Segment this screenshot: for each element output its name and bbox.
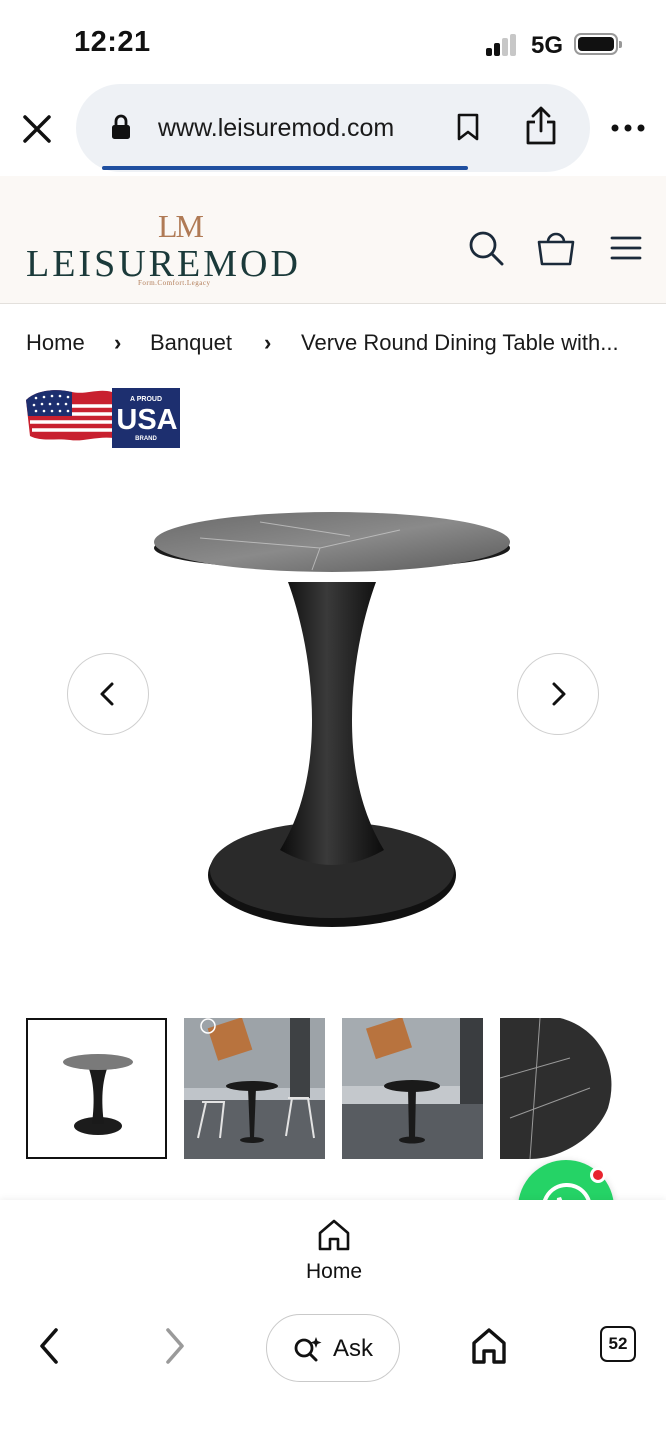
logo-mark: LM xyxy=(158,208,204,244)
address-bar[interactable]: www.leisuremod.com xyxy=(76,84,590,172)
lock-icon xyxy=(112,114,130,139)
tab-count: 52 xyxy=(608,1334,628,1353)
shopping-bag-icon[interactable] xyxy=(536,230,576,266)
carousel-next-button[interactable] xyxy=(517,653,599,735)
sparkle-search-icon xyxy=(294,1337,322,1362)
share-icon[interactable] xyxy=(524,106,558,146)
notification-dot xyxy=(590,1167,606,1183)
breadcrumb-banquet[interactable]: Banquet xyxy=(150,330,232,356)
logo-tagline: Form.Comfort.Legacy xyxy=(138,279,211,287)
proud-usa-brand-badge: A PROUD USA BRAND xyxy=(26,388,180,448)
status-time: 12:21 xyxy=(74,26,151,58)
thumbnail-1[interactable] xyxy=(26,1018,167,1159)
page-load-progress xyxy=(102,166,468,170)
badge-line3: BRAND xyxy=(135,436,157,442)
thumbnail-3[interactable] xyxy=(342,1018,483,1159)
search-icon[interactable] xyxy=(468,230,504,266)
breadcrumb: Home › Banquet › Verve Round Dining Tabl… xyxy=(26,330,646,362)
breadcrumb-separator: › xyxy=(264,330,272,355)
home-icon xyxy=(318,1219,350,1251)
product-main-image xyxy=(154,512,510,927)
ask-ai-button[interactable]: Ask xyxy=(266,1314,400,1382)
carousel-prev-button[interactable] xyxy=(67,653,149,735)
signal-icon xyxy=(486,34,518,56)
breadcrumb-home[interactable]: Home xyxy=(26,330,85,356)
status-bar: 12:21 5G xyxy=(0,0,666,88)
url-text: www.leisuremod.com xyxy=(158,114,395,142)
browser-url-row: www.leisuremod.com xyxy=(0,84,666,176)
hamburger-menu-icon[interactable] xyxy=(610,234,642,262)
back-button[interactable] xyxy=(34,1326,64,1366)
site-bottom-nav: Home xyxy=(0,1200,666,1304)
browser-toolbar: Ask 52 xyxy=(0,1304,666,1440)
browser-home-icon[interactable] xyxy=(470,1326,508,1366)
badge-line1: A PROUD xyxy=(130,396,162,403)
close-tab-button[interactable] xyxy=(20,112,54,146)
site-nav-home[interactable]: Home xyxy=(298,1218,370,1298)
network-type: 5G xyxy=(531,32,564,59)
breadcrumb-current: Verve Round Dining Table with... xyxy=(301,330,619,355)
thumbnail-4[interactable] xyxy=(500,1018,641,1159)
thumbnail-2[interactable] xyxy=(184,1018,325,1159)
site-header: LM LEISUREMOD Form.Comfort.Legacy xyxy=(0,176,666,304)
site-nav-home-label: Home xyxy=(305,1260,363,1283)
bookmark-icon[interactable] xyxy=(456,112,480,142)
more-options-icon[interactable] xyxy=(610,116,646,140)
battery-icon xyxy=(574,33,622,55)
breadcrumb-separator: › xyxy=(114,330,122,355)
chevron-right-icon xyxy=(552,682,566,706)
thumbnail-strip xyxy=(26,1018,666,1160)
tabs-button[interactable]: 52 xyxy=(600,1326,636,1362)
chevron-left-icon xyxy=(100,682,114,706)
badge-line2: USA xyxy=(116,404,177,436)
forward-button[interactable] xyxy=(160,1326,190,1366)
ask-label: Ask xyxy=(333,1335,374,1362)
